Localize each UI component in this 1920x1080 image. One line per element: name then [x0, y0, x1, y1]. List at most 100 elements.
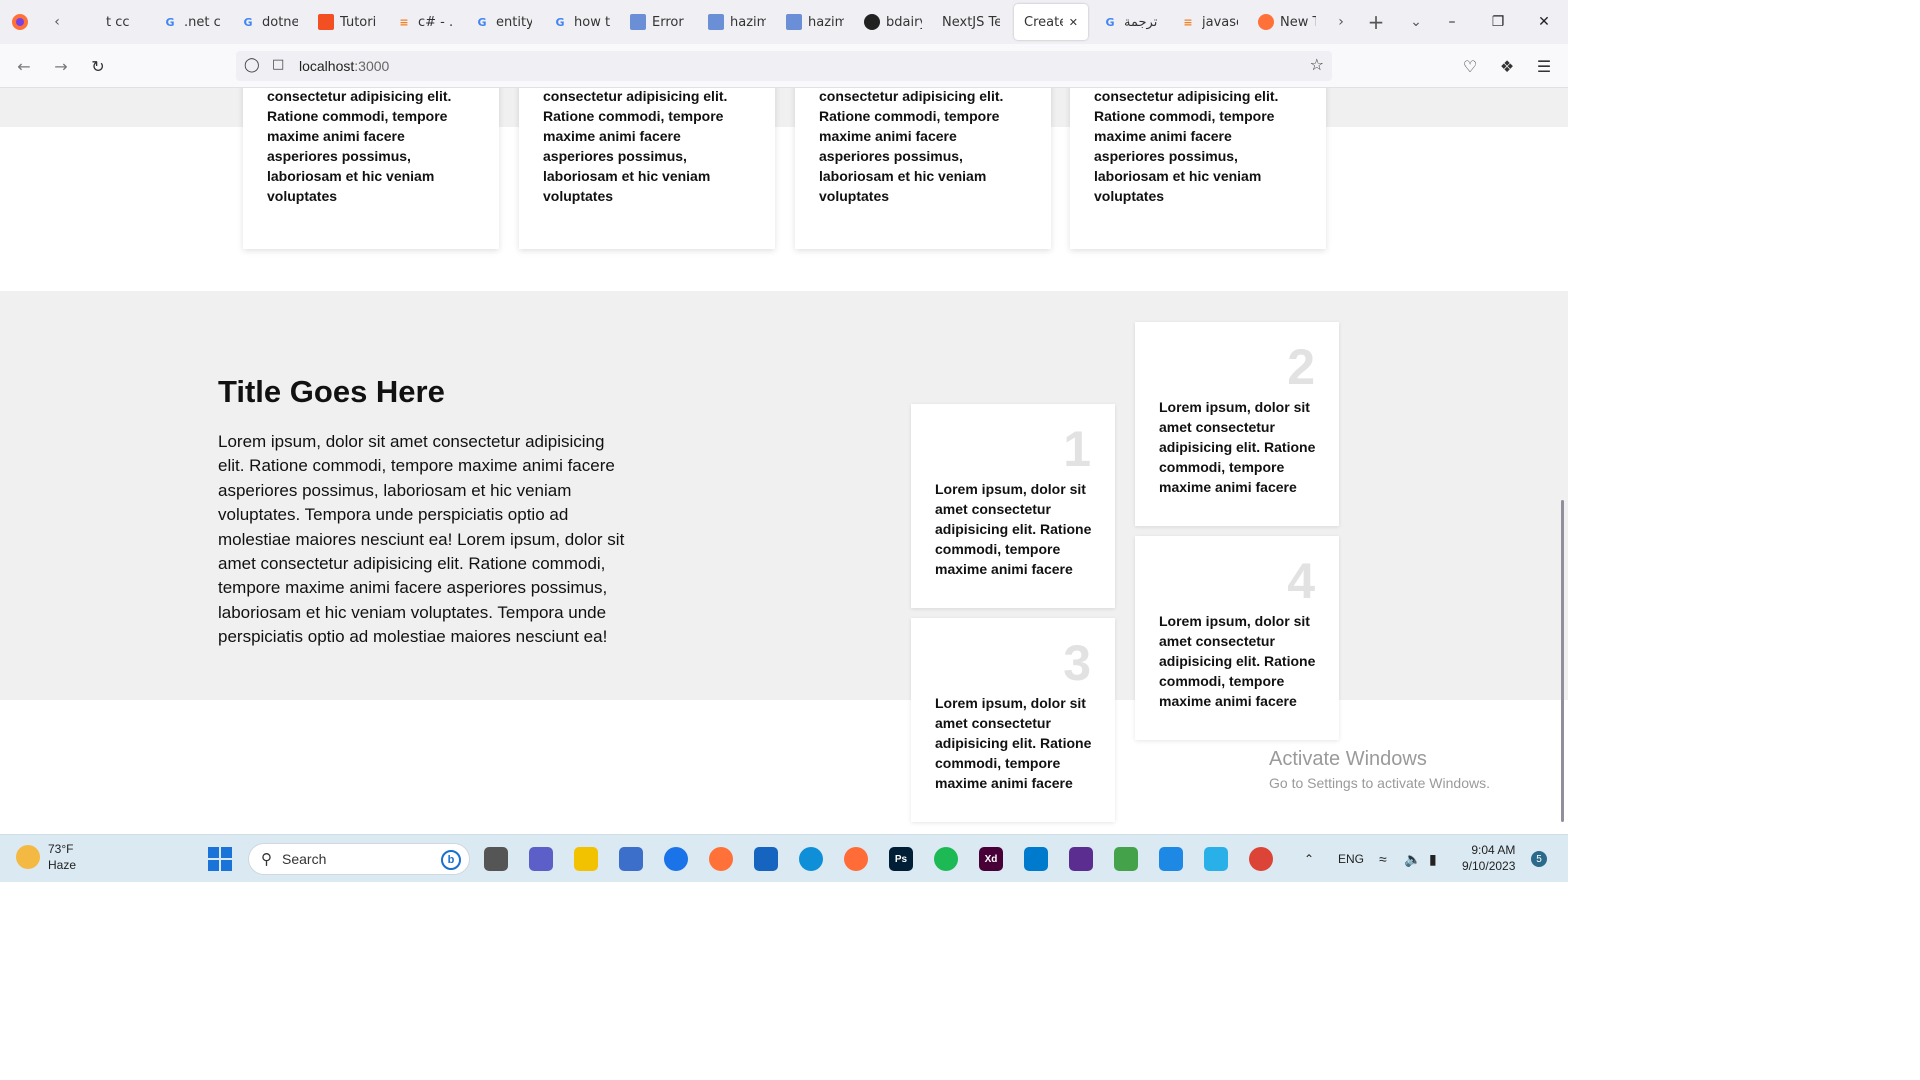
language-indicator[interactable]: ENG [1338, 835, 1364, 883]
firefox-icon[interactable] [709, 847, 733, 871]
volume-icon[interactable]: 🔈 [1404, 835, 1421, 883]
app-icon[interactable] [1114, 847, 1138, 871]
tab-label: dotne [262, 14, 298, 30]
tab-6[interactable]: Ghow tc [542, 4, 620, 40]
stackoverflow-icon: ≡ [399, 15, 409, 29]
haze-icon [16, 845, 40, 869]
chrome-icon[interactable] [664, 847, 688, 871]
tab-4[interactable]: ≡ c# - .N [386, 4, 464, 40]
top-card: consectetur adipisicing elit. Ratione co… [1070, 88, 1326, 249]
extensions-icon[interactable]: ❖ [1495, 54, 1519, 78]
watermark-title: Activate Windows [1269, 748, 1427, 770]
feature-text: Lorem ipsum, dolor sit amet consectetur … [935, 695, 1092, 791]
forward-icon[interactable]: → [49, 54, 73, 78]
tabs-scroll-left-icon[interactable]: ‹ [40, 0, 74, 44]
photoshop-icon[interactable]: Ps [889, 847, 913, 871]
xd-icon[interactable]: Xd [979, 847, 1003, 871]
tab-8[interactable]: hazim [698, 4, 776, 40]
tab-1[interactable]: G .net cc [152, 4, 230, 40]
clock[interactable]: 9:04 AM 9/10/2023 [1462, 842, 1515, 874]
spotify-icon[interactable] [934, 847, 958, 871]
visual-studio-icon[interactable] [1069, 847, 1093, 871]
chrome-profile-icon[interactable] [1249, 847, 1273, 871]
feature-number: 3 [1063, 635, 1091, 691]
tab-12[interactable]: Create ✕ [1014, 4, 1088, 40]
battery-icon[interactable]: ▮ [1429, 835, 1437, 883]
tab-3[interactable]: Tutori [308, 4, 386, 40]
tab-7[interactable]: Error - [620, 4, 698, 40]
taskbar: 73°F Haze ⚲ Search b Ps Xd ⌃ ENG ≈ 🔈 ▮ 9:… [0, 834, 1568, 882]
feature-card-4: 4 Lorem ipsum, dolor sit amet consectetu… [1135, 536, 1339, 740]
postman-icon[interactable] [844, 847, 868, 871]
tab-label: New T [1280, 14, 1316, 30]
app-menu-icon[interactable]: ☰ [1532, 54, 1556, 78]
section-paragraph: Lorem ipsum, dolor sit amet consectetur … [218, 432, 625, 647]
file-explorer-icon[interactable] [574, 847, 598, 871]
show-hidden-icons-icon[interactable]: ⌃ [1304, 835, 1314, 883]
feature-card-2: 2 Lorem ipsum, dolor sit amet consectetu… [1135, 322, 1339, 526]
clock-date: 9/10/2023 [1462, 859, 1516, 873]
url-port: :3000 [354, 58, 390, 74]
photos-icon[interactable] [1159, 847, 1183, 871]
tab-label: how tc [574, 14, 610, 30]
microsoft-icon [318, 14, 334, 30]
feature-number: 4 [1287, 553, 1315, 609]
tab-9[interactable]: hazim [776, 4, 854, 40]
top-card: consectetur adipisicing elit. Ratione co… [519, 88, 775, 249]
notification-badge[interactable]: 5 [1531, 851, 1547, 867]
close-tab-icon[interactable]: ✕ [1069, 16, 1078, 29]
address-bar[interactable]: ◯ □ localhost:3000 ☆ [236, 51, 1332, 81]
mail-icon[interactable] [754, 847, 778, 871]
tab-label: hazim [808, 14, 844, 30]
back-icon[interactable]: ← [12, 54, 36, 78]
taskbar-search[interactable]: ⚲ Search b [248, 843, 470, 875]
pocket-icon[interactable]: ♡ [1458, 54, 1482, 78]
feature-text: Lorem ipsum, dolor sit amet consectetur … [935, 481, 1092, 577]
google-icon: G [555, 15, 565, 29]
tab-11[interactable]: NextJS Tes [932, 4, 1010, 40]
stackoverflow-icon: ≡ [1183, 15, 1193, 29]
teams-icon[interactable] [529, 847, 553, 871]
bookmark-star-icon[interactable]: ☆ [1310, 55, 1324, 74]
tab-bar: ‹ t cc G .net cc Gdotne Tutori ≡ c# - .N Gentit… [0, 0, 1568, 44]
tab-label: c# - .N [418, 14, 454, 30]
tab-2[interactable]: Gdotne [230, 4, 308, 40]
tab-label: NextJS Tes [942, 14, 1000, 30]
tab-15[interactable]: New T [1248, 4, 1326, 40]
tab-5[interactable]: Gentity [464, 4, 542, 40]
minimize-icon[interactable]: – [1429, 0, 1475, 44]
vscode-icon[interactable] [1024, 847, 1048, 871]
watermark-subtitle: Go to Settings to activate Windows. [1269, 775, 1490, 791]
store-icon[interactable] [619, 847, 643, 871]
shield-icon[interactable]: ◯ [244, 57, 260, 73]
tabs-scroll-right-icon[interactable]: › [1326, 0, 1356, 44]
music-icon[interactable] [1204, 847, 1228, 871]
edge-icon[interactable] [799, 847, 823, 871]
search-icon: ⚲ [261, 851, 272, 868]
page-viewport: consectetur adipisicing elit. Ratione co… [0, 88, 1568, 834]
clock-time: 9:04 AM [1471, 843, 1516, 857]
tab-label: Tutori [340, 14, 376, 30]
windows-start-icon[interactable] [208, 847, 232, 871]
tab-label: ترجمة [1124, 14, 1158, 30]
tab-10[interactable]: bdairy [854, 4, 932, 40]
translate-icon: G [1105, 15, 1115, 29]
top-gray-band [0, 88, 1568, 127]
url-text[interactable]: localhost:3000 [299, 58, 389, 74]
restore-icon[interactable]: ❐ [1475, 0, 1521, 44]
tab-label: javasc [1202, 14, 1238, 30]
top-card: consectetur adipisicing elit. Ratione co… [243, 88, 499, 249]
page-scrollbar[interactable] [1561, 500, 1564, 822]
weather-widget[interactable]: 73°F Haze [16, 841, 76, 873]
bing-icon[interactable]: b [441, 850, 461, 870]
tab-0[interactable]: t cc [74, 4, 152, 40]
tab-14[interactable]: ≡ javasc [1170, 4, 1248, 40]
tab-label: Create [1024, 14, 1063, 30]
reload-icon[interactable]: ↻ [86, 54, 110, 78]
new-tab-icon[interactable]: + [1356, 0, 1396, 44]
firefox-menu-icon[interactable] [0, 0, 40, 44]
tab-13[interactable]: G ترجمة [1092, 4, 1170, 40]
wifi-icon[interactable]: ≈ [1379, 835, 1387, 883]
close-window-icon[interactable]: ✕ [1521, 0, 1567, 44]
task-view-icon[interactable] [484, 847, 508, 871]
